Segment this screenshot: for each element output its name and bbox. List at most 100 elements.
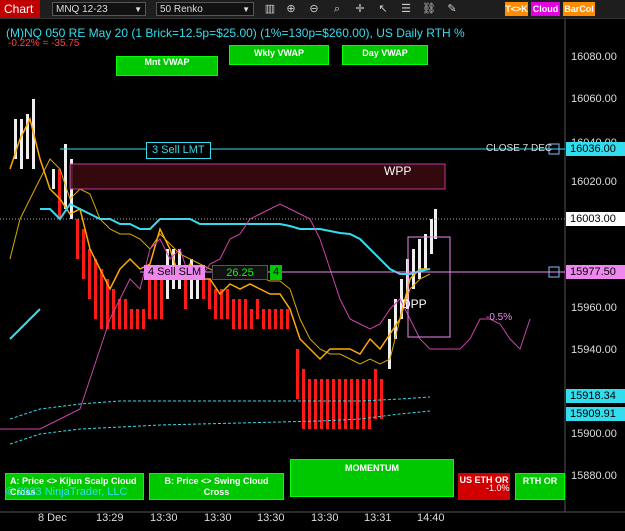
pct-level-label: -0.5%: [486, 312, 513, 323]
instrument-selector[interactable]: MNQ 12-23 ▼: [52, 2, 146, 16]
renko-brick: [380, 379, 383, 419]
band-price-tag: 15918.34: [566, 389, 625, 403]
renko-brick: [268, 309, 271, 329]
renko-brick: [388, 319, 391, 369]
renko-brick: [100, 269, 103, 329]
renko-brick: [418, 239, 421, 279]
day-vwap-button[interactable]: Day VWAP: [342, 45, 428, 65]
link-icon[interactable]: ⛓: [421, 2, 437, 16]
chart-toolbar: Chart MNQ 12-23 ▼ 50 Renko ▼ ▥ ⊕ ⊖ ⌕ ✛ ↖ ☰…: [0, 0, 625, 19]
slm-quantity-badge[interactable]: 4: [270, 265, 282, 280]
time-tick: 8 Dec: [38, 512, 67, 524]
chevron-down-icon: ▼: [134, 5, 142, 14]
properties-icon[interactable]: ☰: [398, 2, 414, 16]
slm-price-display[interactable]: 26.25: [212, 265, 268, 280]
eth-pct-label: -1.0%: [486, 483, 510, 493]
time-tick: 13:30: [204, 512, 232, 524]
renko-brick: [274, 309, 277, 329]
renko-brick: [332, 379, 335, 429]
renko-brick: [280, 309, 283, 329]
renko-brick: [136, 309, 139, 329]
wpp-label: WPP: [384, 164, 412, 178]
marker-icon[interactable]: ✎: [444, 2, 460, 16]
renko-brick: [368, 379, 371, 429]
renko-brick: [356, 379, 359, 429]
zoom-in-icon[interactable]: ⊕: [283, 2, 299, 16]
chart-plot-area[interactable]: [0, 19, 625, 531]
renko-brick: [320, 379, 323, 429]
renko-brick: [118, 299, 121, 329]
renko-brick: [262, 309, 265, 329]
renko-brick: [202, 279, 205, 299]
zoom-out-icon[interactable]: ⊖: [306, 2, 322, 16]
renko-brick: [58, 169, 61, 219]
band-price-tag: 15909.91: [566, 407, 625, 421]
momentum-button[interactable]: MOMENTUM: [290, 459, 454, 497]
renko-brick: [160, 279, 163, 319]
renko-brick: [296, 349, 299, 399]
time-tick: 13:31: [364, 512, 392, 524]
renko-brick: [52, 169, 55, 189]
renko-brick: [362, 379, 365, 429]
sell-slm-order-label[interactable]: 4 Sell SLM: [144, 265, 206, 280]
renko-brick: [82, 229, 85, 279]
time-tick: 13:30: [257, 512, 285, 524]
close-order-label[interactable]: CLOSE 7 DEC: [486, 143, 552, 154]
chart-window-tab[interactable]: Chart: [0, 0, 40, 18]
renko-brick: [124, 299, 127, 329]
price-tick: 15960.00: [571, 302, 617, 314]
price-tick: 16060.00: [571, 93, 617, 105]
price-tick: 16080.00: [571, 51, 617, 63]
crosshair-icon[interactable]: ✛: [352, 2, 368, 16]
renko-brick: [302, 369, 305, 429]
bars-icon[interactable]: ▥: [262, 2, 278, 16]
search-icon[interactable]: ⌕: [329, 2, 345, 16]
price-tick: 15940.00: [571, 344, 617, 356]
time-tick: 13:30: [311, 512, 339, 524]
wkly-vwap-button[interactable]: Wkly VWAP: [229, 45, 329, 65]
renko-brick: [286, 309, 289, 329]
time-tick: 13:29: [96, 512, 124, 524]
sell-lmt-price-tag: 16036.00: [566, 142, 625, 156]
lower-band-1: [9, 396, 431, 420]
dpp-label: DPP: [402, 297, 427, 311]
bar-type-selector[interactable]: 50 Renko ▼: [156, 2, 254, 16]
renko-brick: [130, 309, 133, 329]
copyright-label: © 2023 NinjaTrader, LLC: [6, 486, 128, 498]
renko-brick: [232, 299, 235, 329]
price-tick: 15900.00: [571, 428, 617, 440]
price-tick: 15880.00: [571, 470, 617, 482]
renko-brick: [64, 144, 67, 209]
renko-brick: [434, 209, 437, 239]
renko-brick: [374, 369, 377, 419]
renko-brick: [142, 309, 145, 329]
barcol-toggle-button[interactable]: BarCol: [563, 2, 595, 16]
renko-brick: [154, 279, 157, 319]
renko-brick: [338, 379, 341, 429]
renko-brick: [208, 279, 211, 309]
renko-brick: [214, 289, 217, 319]
renko-brick: [244, 299, 247, 329]
pointer-icon[interactable]: ↖: [375, 2, 391, 16]
time-tick: 13:30: [150, 512, 178, 524]
instrument-value: MNQ 12-23: [56, 4, 108, 15]
renko-brick: [326, 379, 329, 429]
change-label: -0.22% = -35.75: [8, 38, 80, 49]
price-tick: 16020.00: [571, 176, 617, 188]
renko-brick: [238, 299, 241, 329]
mnt-vwap-button[interactable]: Mnt VWAP: [116, 56, 218, 76]
tk-toggle-button[interactable]: T<>K: [505, 2, 528, 16]
renko-brick: [350, 379, 353, 429]
cloud-upper-line: [9, 116, 430, 361]
renko-brick: [256, 299, 259, 319]
sell-lmt-order-label[interactable]: 3 Sell LMT: [146, 142, 211, 159]
renko-brick: [344, 379, 347, 429]
renko-brick: [94, 259, 97, 319]
renko-brick: [76, 219, 79, 259]
cloud-toggle-button[interactable]: Cloud: [531, 2, 560, 16]
renko-brick: [226, 289, 229, 319]
lower-band-2: [9, 410, 431, 445]
renko-brick: [412, 249, 415, 289]
swing-cloud-cross-button[interactable]: B: Price <> Swing Cloud Cross: [149, 473, 284, 500]
rth-or-button[interactable]: RTH OR: [515, 473, 565, 500]
